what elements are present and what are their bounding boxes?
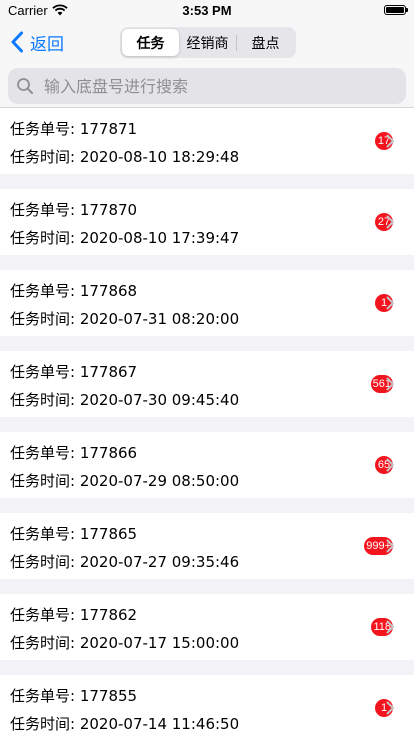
task-number: 任务单号: 177871 — [10, 120, 138, 138]
segmented-control: 任务 经销商 盘点 — [120, 27, 296, 58]
task-number: 任务单号: 177870 — [10, 201, 138, 219]
navigation-bar: 返回 任务 经销商 盘点 — [0, 20, 414, 64]
task-list: 任务单号: 177871 任务时间: 2020-08-10 18:29:48 1… — [0, 108, 414, 741]
task-time: 任务时间: 2020-07-30 09:45:40 — [10, 391, 240, 409]
task-time: 任务时间: 2020-07-31 08:20:00 — [10, 310, 240, 328]
row-separator — [0, 660, 414, 675]
clock: 3:53 PM — [182, 3, 232, 18]
task-time: 任务时间: 2020-07-27 09:35:46 — [10, 553, 240, 571]
task-time: 任务时间: 2020-08-10 18:29:48 — [10, 148, 240, 166]
search-field[interactable] — [8, 68, 406, 104]
row-separator — [0, 417, 414, 432]
task-row[interactable]: 任务单号: 177865 任务时间: 2020-07-27 09:35:46 9… — [0, 513, 414, 579]
chevron-right-icon — [386, 215, 394, 229]
chevron-right-icon — [386, 539, 394, 553]
row-separator — [0, 498, 414, 513]
status-bar: Carrier 3:53 PM — [0, 0, 414, 20]
task-time: 任务时间: 2020-07-29 08:50:00 — [10, 472, 240, 490]
row-separator — [0, 255, 414, 270]
chevron-right-icon — [386, 296, 394, 310]
row-separator — [0, 336, 414, 351]
chevron-left-icon — [11, 31, 23, 53]
chevron-right-icon — [386, 701, 394, 715]
task-time: 任务时间: 2020-07-17 15:00:00 — [10, 634, 240, 652]
chevron-right-icon — [386, 620, 394, 634]
task-row[interactable]: 任务单号: 177870 任务时间: 2020-08-10 17:39:47 2… — [0, 189, 414, 255]
task-number: 任务单号: 177867 — [10, 363, 138, 381]
chevron-right-icon — [386, 134, 394, 148]
search-icon — [17, 78, 33, 94]
task-row[interactable]: 任务单号: 177855 任务时间: 2020-07-14 11:46:50 1 — [0, 675, 414, 741]
back-label: 返回 — [30, 34, 64, 55]
task-number: 任务单号: 177865 — [10, 525, 138, 543]
task-time: 任务时间: 2020-08-10 17:39:47 — [10, 229, 240, 247]
task-number: 任务单号: 177862 — [10, 606, 138, 624]
task-row[interactable]: 任务单号: 177866 任务时间: 2020-07-29 08:50:00 6… — [0, 432, 414, 498]
task-number: 任务单号: 177855 — [10, 687, 138, 705]
chevron-right-icon — [386, 458, 394, 472]
search-bar — [0, 64, 414, 108]
task-row[interactable]: 任务单号: 177867 任务时间: 2020-07-30 09:45:40 5… — [0, 351, 414, 417]
chevron-right-icon — [386, 377, 394, 391]
segment-dealers[interactable]: 经销商 — [179, 29, 236, 56]
task-time: 任务时间: 2020-07-14 11:46:50 — [10, 715, 240, 733]
row-separator — [0, 174, 414, 189]
row-separator — [0, 579, 414, 594]
back-button[interactable]: 返回 — [10, 20, 64, 64]
task-row[interactable]: 任务单号: 177862 任务时间: 2020-07-17 15:00:00 1… — [0, 594, 414, 660]
segment-inventory[interactable]: 盘点 — [237, 29, 294, 56]
task-row[interactable]: 任务单号: 177868 任务时间: 2020-07-31 08:20:00 1 — [0, 270, 414, 336]
task-number: 任务单号: 177868 — [10, 282, 138, 300]
search-input[interactable] — [42, 75, 386, 97]
battery-icon — [384, 5, 408, 15]
task-row[interactable]: 任务单号: 177871 任务时间: 2020-08-10 18:29:48 1… — [0, 108, 414, 174]
task-number: 任务单号: 177866 — [10, 444, 138, 462]
segment-tasks[interactable]: 任务 — [122, 29, 179, 56]
